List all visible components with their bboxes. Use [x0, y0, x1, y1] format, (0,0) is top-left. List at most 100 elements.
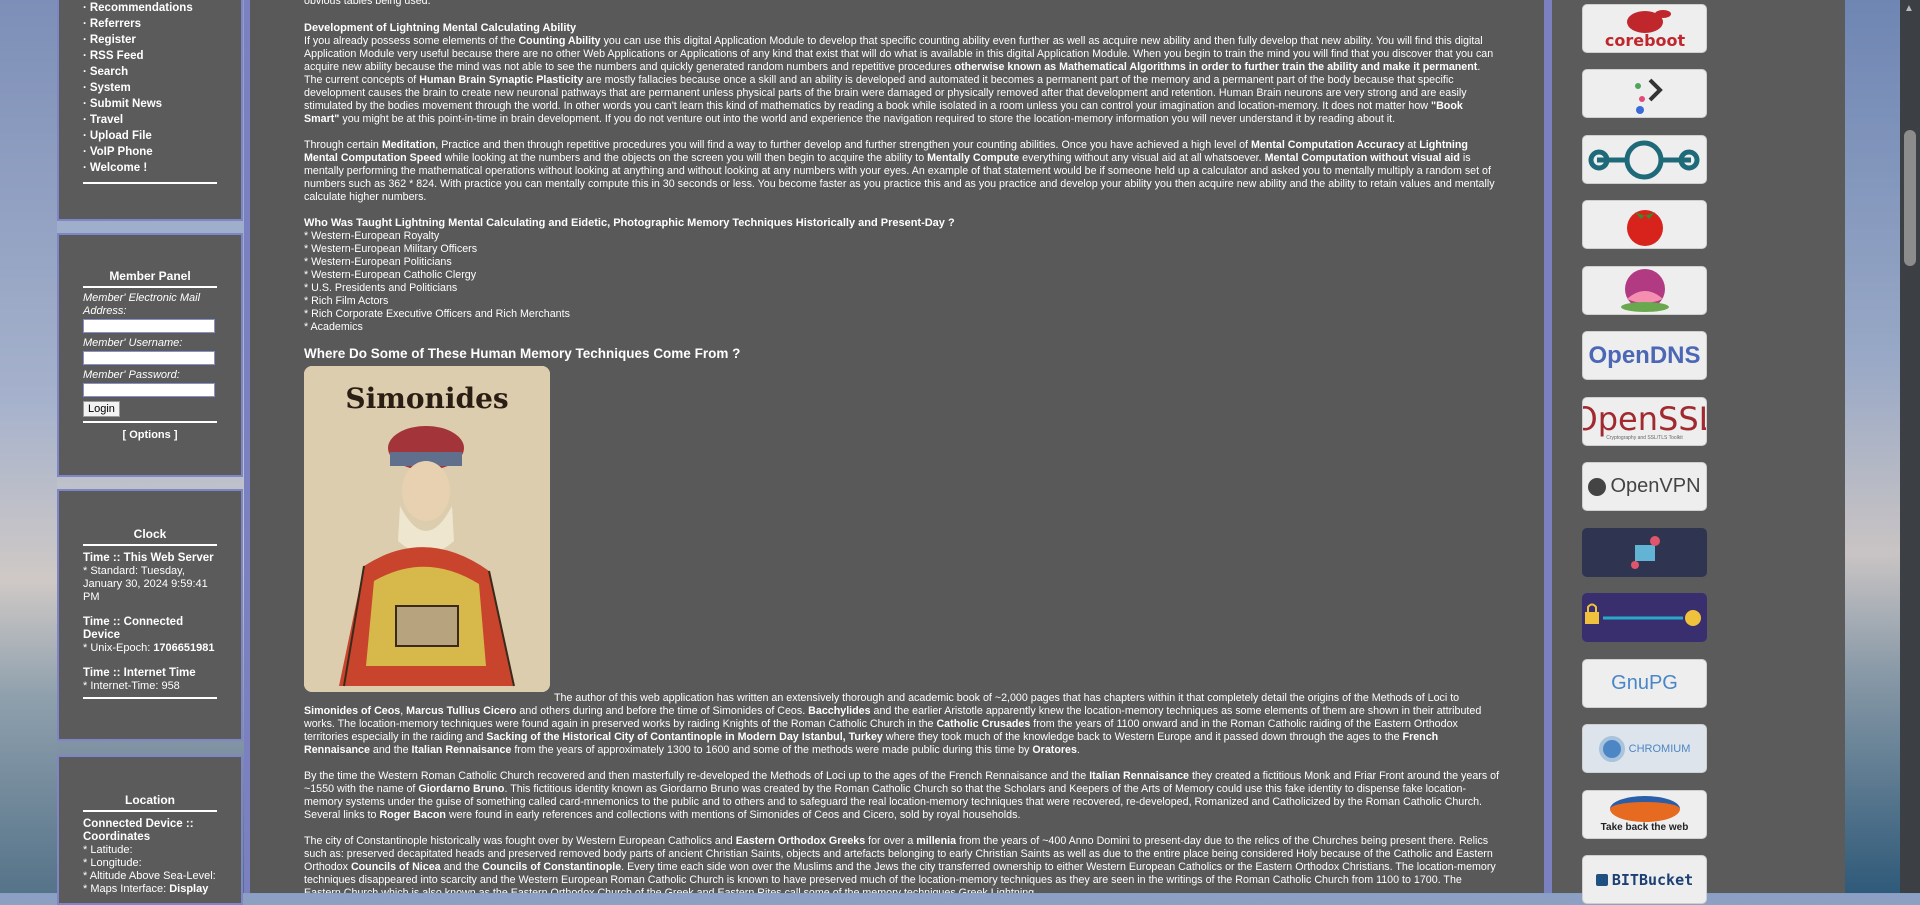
openssl-subtitle: Cryptography and SSL/TLS Toolkit: [1606, 434, 1683, 441]
nav-menu-box: · Recommendations · Referrers · Register · R…: [57, 0, 243, 221]
bitbucket-icon: [1595, 873, 1608, 886]
nav-item-label: System: [89, 82, 131, 94]
nav-item-label: Upload File: [89, 130, 152, 142]
list-item: * Western-European Royalty: [304, 230, 440, 242]
web-server-time-heading: Time :: This Web Server: [83, 552, 214, 564]
nav-item-label: Welcome !: [89, 162, 148, 174]
nav-item-label: Travel: [89, 114, 124, 126]
development-paragraph-1: If you already possess some elements of …: [304, 35, 1494, 125]
divider: [83, 697, 217, 699]
opendns-wordmark: OpenDNS: [1588, 341, 1701, 369]
login-button[interactable]: Login: [83, 401, 120, 417]
kodi-logo[interactable]: [1582, 69, 1707, 118]
options-link[interactable]: [ Options ]: [83, 429, 217, 441]
nav-item-label: Submit News: [89, 98, 163, 110]
list-item: * U.S. Presidents and Politicians: [304, 282, 458, 294]
nav-item-register[interactable]: · Register: [83, 32, 217, 48]
unix-epoch-value: 1706651981: [153, 642, 215, 654]
nav-item-rss-feed[interactable]: · RSS Feed: [83, 48, 217, 64]
nav-item-label: Register: [89, 34, 136, 46]
internet-time-heading: Time :: Internet Time: [83, 667, 196, 679]
firefox-icon: [1609, 796, 1680, 822]
clock-title: Clock: [133, 527, 167, 541]
nav-item-voip-phone[interactable]: · VoIP Phone: [83, 144, 217, 160]
internet-time: * Internet-Time: 958: [83, 680, 180, 692]
kodi-icon: [1635, 78, 1663, 114]
where-paragraph-2: By the time the Western Roman Catholic C…: [304, 770, 1500, 821]
openvpn-logo[interactable]: OpenVPN: [1582, 462, 1707, 511]
coreboot-rabbit-icon: coreboot: [1605, 10, 1686, 50]
unix-epoch-label: * Unix-Epoch:: [83, 642, 154, 654]
divider: [83, 421, 217, 423]
gnupg-logo[interactable]: GnuPG: [1582, 659, 1707, 708]
lineageos-icon: [1588, 140, 1700, 180]
email-label: Member' Electronic Mail Address:: [83, 292, 201, 317]
lineageos-logo[interactable]: [1582, 135, 1707, 184]
list-item: * Rich Corporate Executive Officers and …: [304, 308, 570, 320]
where-paragraph-1: The author of this web application has w…: [304, 692, 1482, 756]
nav-item-welcome[interactable]: · Welcome !: [83, 160, 217, 176]
tomato-logo[interactable]: [1582, 200, 1707, 249]
latitude-row: * Latitude:: [83, 844, 133, 856]
gnupg-wordmark: GnuPG: [1611, 672, 1678, 694]
badges-column: coreboot OpenDNS Ope: [1550, 0, 1845, 904]
opendns-logo[interactable]: OpenDNS: [1582, 331, 1707, 380]
list-item: * Rich Film Actors: [304, 295, 389, 307]
member-panel-title: Member Panel: [109, 269, 191, 283]
nav-item-system[interactable]: · System: [83, 80, 217, 96]
lotus-logo[interactable]: [1582, 266, 1707, 315]
gpg-key-logo[interactable]: [1582, 593, 1707, 642]
list-item: * Western-European Politicians: [304, 256, 452, 268]
standard-time: * Standard: Tuesday, January 30, 2024 9:…: [83, 565, 208, 603]
svg-text:coreboot: coreboot: [1605, 31, 1686, 50]
page-scrollbar[interactable]: ▲: [1900, 0, 1920, 893]
article: obvious tables being used. Development o…: [304, 0, 1500, 893]
maps-interface-row: * Maps Interface: Display: [83, 883, 217, 896]
nav-item-travel[interactable]: · Travel: [83, 112, 217, 128]
openssl-logo[interactable]: OpenSSL Cryptography and SSL/TLS Toolkit: [1582, 397, 1707, 446]
openssl-wordmark: OpenSSL: [1583, 399, 1706, 438]
tomato-icon: [1627, 210, 1663, 246]
chromium-logo[interactable]: CHROMIUM: [1582, 724, 1707, 773]
longitude-row: * Longitude:: [83, 857, 142, 869]
openvpn-icon: [1588, 477, 1607, 496]
maps-display-link[interactable]: Display: [169, 883, 208, 895]
username-field[interactable]: [83, 351, 215, 365]
coreboot-logo[interactable]: coreboot: [1582, 4, 1707, 53]
nav-item-search[interactable]: · Search: [83, 64, 217, 80]
chromium-icon: [1598, 735, 1625, 762]
connected-device-time-heading: Time :: Connected Device: [83, 616, 184, 641]
divider: [83, 182, 217, 184]
padlock-key-icon: [1585, 603, 1701, 626]
network-lock-logo[interactable]: [1582, 528, 1707, 577]
bitbucket-logo[interactable]: BITBucket: [1582, 855, 1707, 904]
location-panel: Location Connected Device :: Coordinates…: [57, 755, 243, 905]
where-heading: Where Do Some of These Human Memory Tech…: [304, 346, 741, 361]
member-panel: Member Panel Member' Electronic Mail Add…: [57, 233, 243, 477]
network-lock-icon: [1631, 536, 1660, 569]
openvpn-wordmark: OpenVPN: [1610, 475, 1701, 497]
list-item: * Western-European Catholic Clergy: [304, 269, 477, 281]
nav-item-referrers[interactable]: · Referrers: [83, 16, 217, 32]
divider: [83, 544, 217, 546]
firefox-logo[interactable]: Take back the web: [1582, 790, 1707, 839]
email-field[interactable]: [83, 319, 215, 333]
nav-item-upload-file[interactable]: · Upload File: [83, 128, 217, 144]
bitbucket-wordmark: BITBucket: [1611, 870, 1694, 889]
list-item: * Academics: [304, 321, 363, 333]
nav-item-submit-news[interactable]: · Submit News: [83, 96, 217, 112]
altitude-row: * Altitude Above Sea-Level:: [83, 870, 216, 882]
coordinates-heading: Connected Device :: Coordinates: [83, 818, 194, 843]
divider: [83, 286, 217, 288]
background-scenery-left: [0, 0, 57, 893]
password-label: Member' Password:: [83, 369, 180, 381]
main-content-panel: obvious tables being used. Development o…: [244, 0, 1550, 893]
nav-item-recommendations[interactable]: · Recommendations: [83, 0, 217, 16]
chromium-wordmark: CHROMIUM: [1628, 742, 1691, 755]
password-field[interactable]: [83, 383, 215, 397]
scrollbar-thumb[interactable]: [1904, 130, 1916, 266]
scroll-up-arrow-icon[interactable]: ▲: [1904, 3, 1914, 14]
location-title: Location: [125, 793, 175, 807]
firefox-tagline: Take back the web: [1600, 822, 1689, 833]
where-paragraph-3: The city of Constantinople historically …: [304, 835, 1496, 893]
